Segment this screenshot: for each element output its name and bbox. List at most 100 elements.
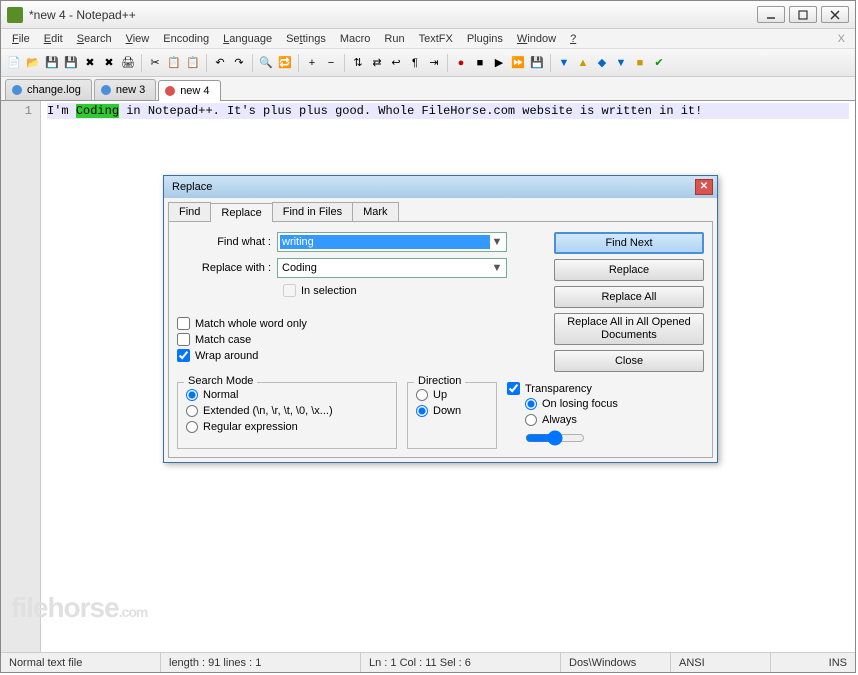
toolbar: 📄 📂 💾 💾 ✖ ✖ 🖨 ✂ 📋 📋 ↶ ↷ 🔍 🔁 + − ⇅ ⇄ ↩ ¶ …: [1, 49, 855, 77]
dialog-tabs: Find Replace Find in Files Mark: [168, 202, 713, 222]
menu-window[interactable]: Window: [510, 31, 563, 47]
record-icon[interactable]: ●: [452, 54, 470, 72]
in-selection-checkbox[interactable]: [283, 284, 296, 297]
stop-icon[interactable]: ■: [471, 54, 489, 72]
find-what-input[interactable]: [280, 235, 490, 249]
search-mode-normal-radio[interactable]: [186, 389, 198, 401]
menu-help[interactable]: ?: [563, 31, 583, 47]
menu-view[interactable]: View: [119, 31, 157, 47]
radio-label: Down: [433, 405, 461, 417]
tab-new-4[interactable]: new 4: [158, 80, 220, 101]
menu-file[interactable]: File: [5, 31, 37, 47]
transparency-on-losing-radio[interactable]: [525, 398, 537, 410]
tab-label: new 3: [116, 84, 145, 96]
transparency-label: Transparency: [525, 383, 592, 395]
radio-label: Extended (\n, \r, \t, \0, \x...): [203, 405, 333, 417]
tab-label: change.log: [27, 84, 81, 96]
find-next-button[interactable]: Find Next: [554, 232, 704, 254]
titlebar[interactable]: *new 4 - Notepad++: [1, 1, 855, 29]
transparency-always-radio[interactable]: [525, 414, 537, 426]
cut-icon[interactable]: ✂: [146, 54, 164, 72]
tab-change-log[interactable]: change.log: [5, 79, 92, 100]
indent-icon[interactable]: ⇥: [425, 54, 443, 72]
tool4-icon[interactable]: ▼: [612, 54, 630, 72]
copy-icon[interactable]: 📋: [165, 54, 183, 72]
open-file-icon[interactable]: 📂: [24, 54, 42, 72]
minimize-button[interactable]: [757, 6, 785, 23]
zoom-in-icon[interactable]: +: [303, 54, 321, 72]
spellcheck-icon[interactable]: ✔: [650, 54, 668, 72]
zoom-out-icon[interactable]: −: [322, 54, 340, 72]
sync-h-icon[interactable]: ⇄: [368, 54, 386, 72]
transparency-checkbox[interactable]: [507, 382, 520, 395]
in-selection-label: In selection: [301, 285, 357, 297]
search-mode-legend: Search Mode: [184, 375, 257, 387]
search-mode-extended-radio[interactable]: [186, 405, 198, 417]
dialog-titlebar[interactable]: Replace ✕: [164, 176, 717, 198]
close-button[interactable]: Close: [554, 350, 704, 372]
dialog-tab-find-in-files[interactable]: Find in Files: [272, 202, 353, 221]
dropdown-icon[interactable]: ▼: [490, 262, 504, 274]
redo-icon[interactable]: ↷: [230, 54, 248, 72]
radio-label: Up: [433, 389, 447, 401]
whole-word-label: Match whole word only: [195, 318, 307, 330]
show-all-icon[interactable]: ¶: [406, 54, 424, 72]
find-what-combo[interactable]: ▼: [277, 232, 507, 252]
replace-icon[interactable]: 🔁: [276, 54, 294, 72]
menubar-close-icon[interactable]: X: [832, 33, 851, 45]
status-eol: Dos\Windows: [561, 653, 671, 672]
tool3-icon[interactable]: ◆: [593, 54, 611, 72]
direction-up-radio[interactable]: [416, 389, 428, 401]
save-all-icon[interactable]: 💾: [62, 54, 80, 72]
menu-macro[interactable]: Macro: [333, 31, 378, 47]
tool5-icon[interactable]: ■: [631, 54, 649, 72]
wrap-icon[interactable]: ↩: [387, 54, 405, 72]
paste-icon[interactable]: 📋: [184, 54, 202, 72]
search-mode-regex-radio[interactable]: [186, 421, 198, 433]
play-multi-icon[interactable]: ⏩: [509, 54, 527, 72]
whole-word-checkbox[interactable]: [177, 317, 190, 330]
replace-all-opened-button[interactable]: Replace All in All Opened Documents: [554, 313, 704, 345]
search-highlight: Coding: [76, 104, 119, 118]
tool1-icon[interactable]: ▼: [555, 54, 573, 72]
tool2-icon[interactable]: ▲: [574, 54, 592, 72]
status-position: Ln : 1 Col : 11 Sel : 6: [361, 653, 561, 672]
replace-all-button[interactable]: Replace All: [554, 286, 704, 308]
close-button[interactable]: [821, 6, 849, 23]
menu-search[interactable]: Search: [70, 31, 119, 47]
new-file-icon[interactable]: 📄: [5, 54, 23, 72]
dialog-tab-mark[interactable]: Mark: [352, 202, 398, 221]
menu-edit[interactable]: Edit: [37, 31, 70, 47]
close-file-icon[interactable]: ✖: [81, 54, 99, 72]
dialog-tab-find[interactable]: Find: [168, 202, 211, 221]
replace-dialog[interactable]: Replace ✕ Find Replace Find in Files Mar…: [163, 175, 718, 463]
tab-new-3[interactable]: new 3: [94, 79, 156, 100]
menu-language[interactable]: Language: [216, 31, 279, 47]
dialog-close-button[interactable]: ✕: [695, 179, 713, 195]
play-icon[interactable]: ▶: [490, 54, 508, 72]
menu-settings[interactable]: Settings: [279, 31, 333, 47]
match-case-checkbox[interactable]: [177, 333, 190, 346]
menu-encoding[interactable]: Encoding: [156, 31, 216, 47]
save-macro-icon[interactable]: 💾: [528, 54, 546, 72]
menu-textfx[interactable]: TextFX: [412, 31, 460, 47]
replace-button[interactable]: Replace: [554, 259, 704, 281]
menu-plugins[interactable]: Plugins: [460, 31, 510, 47]
direction-down-radio[interactable]: [416, 405, 428, 417]
close-all-icon[interactable]: ✖: [100, 54, 118, 72]
transparency-slider[interactable]: [525, 430, 585, 446]
print-icon[interactable]: 🖨: [119, 54, 137, 72]
sync-v-icon[interactable]: ⇅: [349, 54, 367, 72]
save-icon[interactable]: 💾: [43, 54, 61, 72]
replace-with-input[interactable]: [280, 261, 490, 275]
maximize-button[interactable]: [789, 6, 817, 23]
dialog-title: Replace: [168, 181, 695, 193]
undo-icon[interactable]: ↶: [211, 54, 229, 72]
dropdown-icon[interactable]: ▼: [490, 236, 504, 248]
menu-run[interactable]: Run: [377, 31, 411, 47]
status-encoding: ANSI: [671, 653, 771, 672]
replace-with-combo[interactable]: ▼: [277, 258, 507, 278]
wrap-around-checkbox[interactable]: [177, 349, 190, 362]
find-icon[interactable]: 🔍: [257, 54, 275, 72]
dialog-tab-replace[interactable]: Replace: [210, 203, 272, 222]
